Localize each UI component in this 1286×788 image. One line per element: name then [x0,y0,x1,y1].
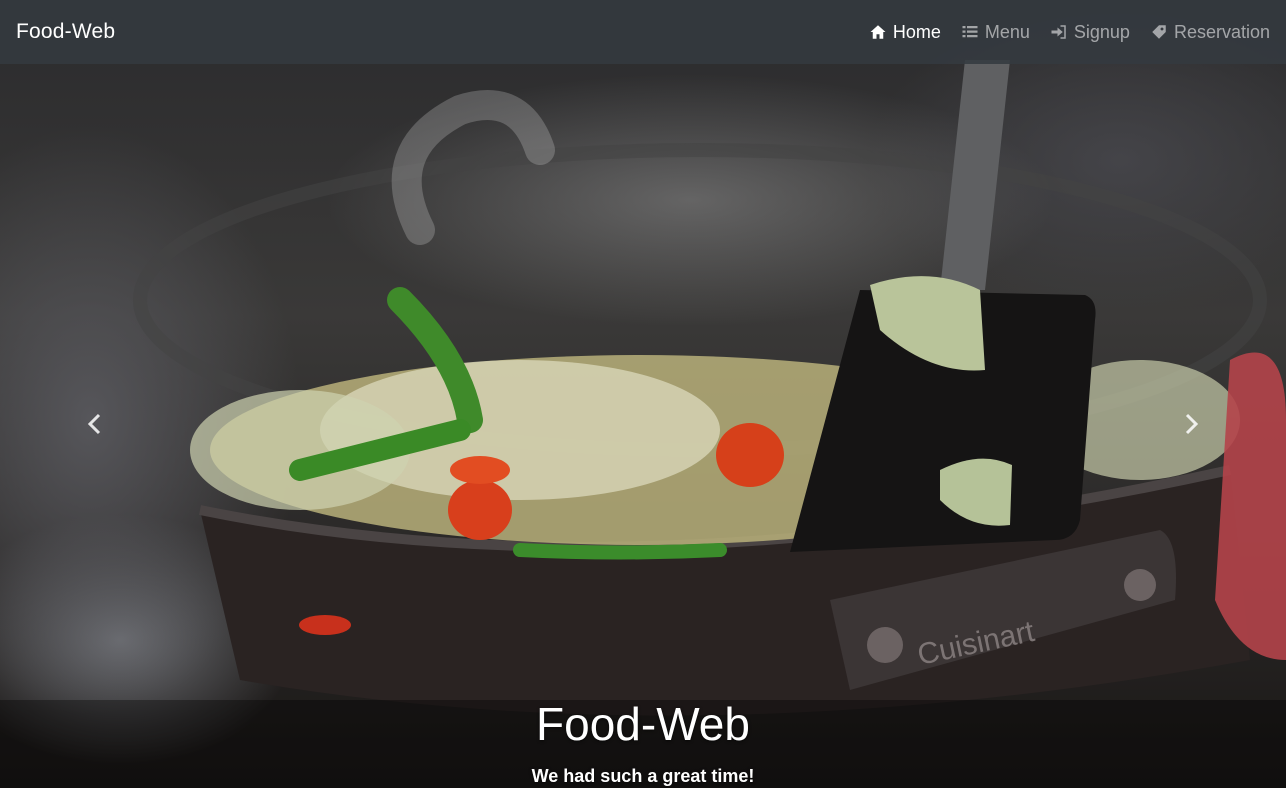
nav-link-home-label: Home [892,21,941,42]
carousel-caption-title: Food-Web [536,698,750,750]
nav-link-menu[interactable]: Menu [961,22,1030,43]
navbar-brand[interactable]: Food-Web [16,20,115,44]
nav-link-reservation-label: Reservation [1173,21,1270,42]
carousel-caption: Food-Web We had such a great time! [0,694,1286,787]
nav-link-signup-label: Signup [1073,21,1130,42]
chevron-left-icon [85,412,105,440]
carousel-caption-text: We had such a great time! [531,766,755,786]
stir-fry-pan-illustration: Cuisinart [0,60,1286,788]
nav-link-reservation[interactable]: Reservation [1150,22,1270,43]
carousel-next-button[interactable] [1096,64,1286,788]
page: Cuisinart Food-Web Home Menu Signup Rese… [0,0,1286,788]
nav-link-home[interactable]: Home [869,22,941,43]
home-icon [869,23,887,41]
nav-links: Home Menu Signup Reservation [869,22,1270,43]
list-icon [961,23,979,41]
carousel-prev-button[interactable] [0,64,190,788]
hero-image: Cuisinart [0,0,1286,788]
nav-link-signup[interactable]: Signup [1050,22,1130,43]
tag-icon [1150,23,1168,41]
navbar: Food-Web Home Menu Signup Reservation [0,0,1286,64]
chevron-right-icon [1181,412,1201,440]
sign-in-icon [1050,23,1068,41]
nav-link-menu-label: Menu [984,21,1030,42]
